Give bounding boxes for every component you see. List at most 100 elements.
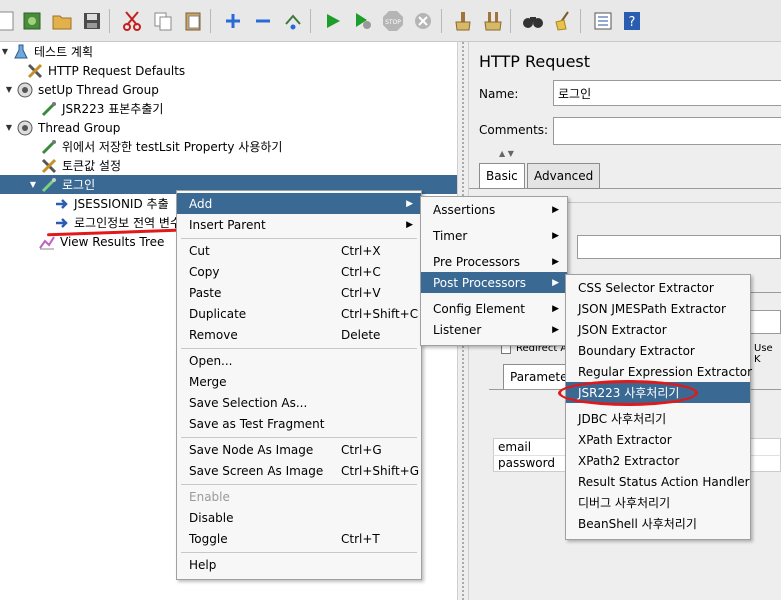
menu-item-regex-extractor[interactable]: Regular Expression Extractor — [566, 361, 752, 382]
comments-field[interactable] — [553, 117, 781, 145]
menu-item-insert-parent[interactable]: Insert Parent ▶ — [177, 214, 421, 235]
menu-item-enable: Enable — [189, 489, 230, 504]
tree-item-label: 테스트 계획 — [34, 45, 94, 59]
menu-item-json-extractor[interactable]: JSON Extractor — [566, 319, 750, 340]
collapse-toggle-icon[interactable]: ▼ — [4, 123, 14, 132]
expand-icon[interactable] — [221, 9, 245, 33]
cut-icon[interactable] — [120, 9, 144, 33]
menu-item-assertions[interactable]: Assertions ▶ — [421, 199, 567, 220]
menu-item-open[interactable]: Open... — [177, 350, 421, 371]
tab-parameters[interactable]: Paramete — [503, 364, 573, 390]
tree-item-label: View Results Tree — [60, 234, 165, 249]
menu-item-listener[interactable]: Listener ▶ — [421, 319, 567, 340]
menu-item-css-selector-extractor[interactable]: CSS Selector Extractor — [566, 277, 750, 298]
sampler-icon — [41, 139, 57, 154]
menu-item-duplicate[interactable]: Duplicate Ctrl+Shift+C — [177, 303, 421, 324]
menu-item-result-status-handler[interactable]: Result Status Action Handler — [566, 471, 750, 492]
menu-item-pre-processors[interactable]: Pre Processors ▶ — [421, 251, 567, 272]
search-icon[interactable] — [521, 9, 545, 33]
panel-title: HTTP Request — [479, 52, 591, 71]
tab-advanced[interactable]: Advanced — [527, 163, 601, 189]
start-no-pause-icon[interactable] — [351, 9, 375, 33]
tree-item-jsr223-sampler[interactable]: JSR223 표본추출기 — [28, 99, 165, 118]
menu-item-save-screen-image[interactable]: Save Screen As Image Ctrl+Shift+G — [177, 460, 421, 481]
menu-item-xpath-extractor[interactable]: XPath Extractor — [566, 429, 750, 450]
svg-text:STOP: STOP — [385, 19, 401, 26]
menu-item-save-test-fragment[interactable]: Save as Test Fragment — [177, 413, 421, 434]
tree-item-jsessionid-extractor[interactable]: JSESSIONID 추출 — [50, 194, 171, 213]
clear-all-icon[interactable] — [481, 9, 505, 33]
sampler-icon — [41, 101, 57, 116]
name-field[interactable]: 로그인 — [553, 80, 781, 106]
menu-item-toggle[interactable]: Toggle Ctrl+T — [177, 528, 421, 549]
menu-item-timer[interactable]: Timer ▶ — [421, 225, 567, 246]
paste-icon[interactable] — [181, 9, 205, 33]
test-plan-icon — [14, 44, 28, 58]
menu-item-json-jmespath-extractor[interactable]: JSON JMESPath Extractor — [566, 298, 750, 319]
tab-basic[interactable]: Basic — [479, 163, 525, 189]
menu-item-save-node-image[interactable]: Save Node As Image Ctrl+G — [177, 439, 421, 460]
config-icon — [27, 63, 43, 78]
broom-icon[interactable] — [551, 9, 575, 33]
toolbar: STOP ? — [0, 0, 781, 42]
copy-icon[interactable] — [151, 9, 175, 33]
tree-item-test-plan[interactable]: ▼ 테스트 계획 — [0, 42, 95, 61]
tree-item-label: setUp Thread Group — [38, 82, 159, 97]
toggle-icon[interactable] — [281, 9, 305, 33]
server-field[interactable] — [577, 235, 781, 259]
tree-item-label: JSESSIONID 추출 — [74, 197, 169, 211]
post-processor-icon — [56, 198, 68, 209]
tree-item-label: 로그인 — [62, 178, 96, 192]
tree-item-token-config[interactable]: 토큰값 설정 — [28, 156, 123, 175]
new-icon[interactable] — [0, 9, 18, 33]
menu-item-add[interactable]: Add ▶ — [177, 193, 421, 214]
param-name[interactable]: password — [498, 456, 555, 470]
menu-item-config-element[interactable]: Config Element ▶ — [421, 298, 567, 319]
thread-group-icon — [17, 120, 33, 135]
stop-icon[interactable]: STOP — [381, 9, 405, 33]
menu-item-paste[interactable]: Paste Ctrl+V — [177, 282, 421, 303]
config-icon — [41, 158, 57, 173]
menu-item-disable[interactable]: Disable — [177, 507, 421, 528]
tree-item-label: JSR223 표본추출기 — [62, 102, 164, 116]
clear-icon[interactable] — [451, 9, 475, 33]
param-name[interactable]: email — [498, 440, 531, 454]
collapse-icon[interactable] — [251, 9, 275, 33]
menu-item-xpath2-extractor[interactable]: XPath2 Extractor — [566, 450, 750, 471]
tree-item-label: 토큰값 설정 — [62, 159, 122, 173]
menu-item-save-selection[interactable]: Save Selection As... — [177, 392, 421, 413]
menu-item-cut[interactable]: Cut Ctrl+X — [177, 240, 421, 261]
shutdown-icon[interactable] — [411, 9, 435, 33]
start-icon[interactable] — [321, 9, 345, 33]
comments-label: Comments: — [479, 123, 549, 137]
menu-item-beanshell-postprocessor[interactable]: BeanShell 사후처리기 — [566, 513, 750, 534]
tree-item-label: Thread Group — [38, 120, 121, 135]
add-submenu: Assertions ▶ Timer ▶ Pre Processors ▶ Post … — [420, 196, 568, 346]
tree-item-setup-thread-group[interactable]: ▼ setUp Thread Group — [4, 80, 161, 99]
post-processor-icon — [56, 217, 68, 228]
templates-icon[interactable] — [20, 9, 44, 33]
tree-item-test-list-sampler[interactable]: 위에서 저장한 testLsit Property 사용하기 — [28, 137, 284, 156]
tree-item-http-request-defaults[interactable]: HTTP Request Defaults — [14, 61, 187, 80]
menu-item-post-processors[interactable]: Post Processors ▶ — [421, 272, 567, 293]
tree-item-label: HTTP Request Defaults — [48, 63, 186, 78]
collapse-toggle-icon[interactable]: ▼ — [4, 85, 14, 94]
menu-item-boundary-extractor[interactable]: Boundary Extractor — [566, 340, 750, 361]
menu-item-copy[interactable]: Copy Ctrl+C — [177, 261, 421, 282]
open-icon[interactable] — [50, 9, 74, 33]
menu-item-merge[interactable]: Merge — [177, 371, 421, 392]
menu-item-remove[interactable]: Remove Delete — [177, 324, 421, 345]
collapse-toggle-icon[interactable]: ▼ — [28, 180, 38, 189]
thread-group-icon — [17, 82, 33, 97]
help-icon[interactable]: ? — [620, 9, 644, 33]
tree-item-label: 위에서 저장한 testLsit Property 사용하기 — [62, 140, 283, 154]
save-icon[interactable] — [80, 9, 104, 33]
collapse-toggle-icon[interactable]: ▼ — [0, 47, 10, 56]
menu-item-help[interactable]: Help — [177, 554, 421, 575]
collapse-arrows-icon[interactable]: ▲ ▼ — [499, 149, 514, 158]
annotation-ellipse — [558, 380, 698, 406]
menu-item-jdbc-postprocessor[interactable]: JDBC 사후처리기 — [566, 408, 750, 429]
menu-item-debug-postprocessor[interactable]: 디버그 사후처리기 — [566, 492, 750, 513]
function-helper-icon[interactable] — [591, 9, 615, 33]
tree-item-thread-group[interactable]: ▼ Thread Group — [4, 118, 122, 137]
